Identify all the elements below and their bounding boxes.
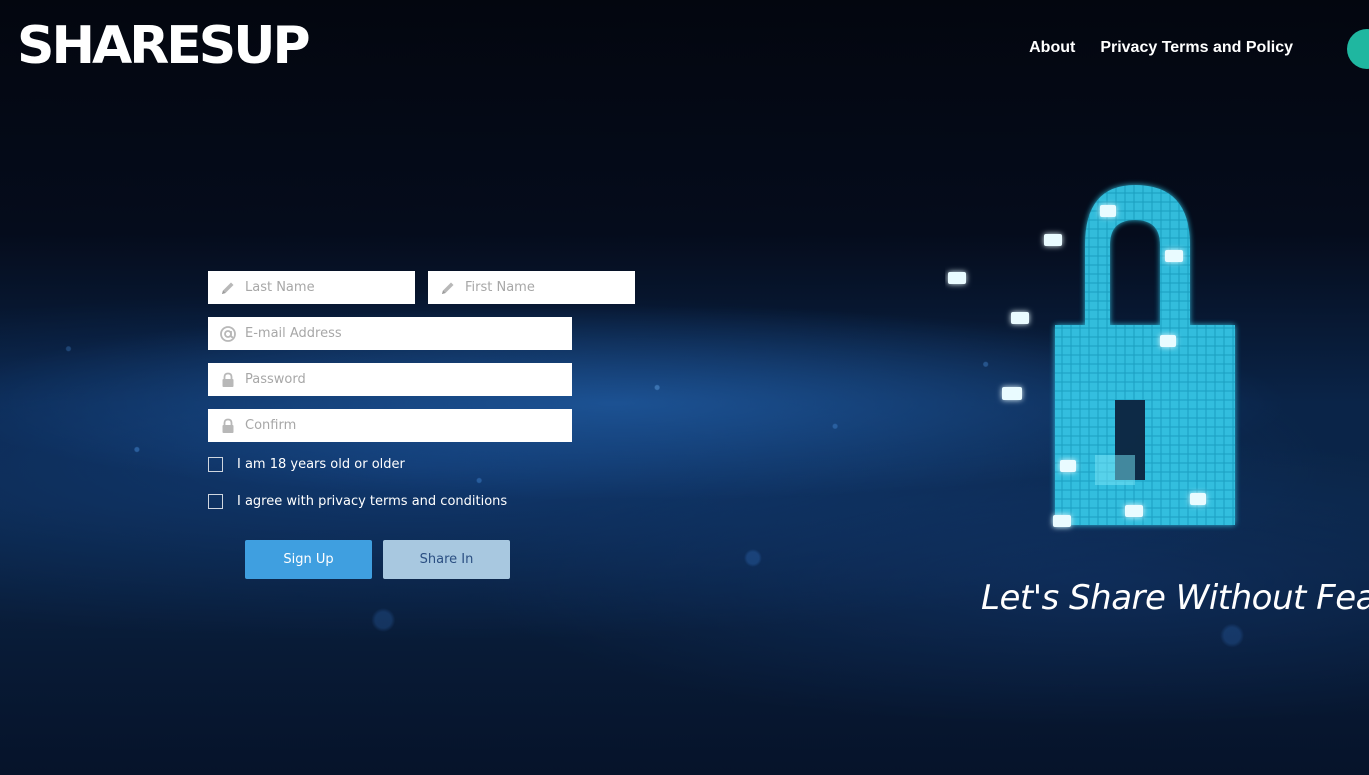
main-nav: About Privacy Terms and Policy (1029, 39, 1293, 57)
age-checkbox-label[interactable]: I am 18 years old or older (237, 457, 405, 472)
form-buttons: Sign Up Share In (245, 540, 572, 579)
last-name-field-wrapper (208, 271, 415, 304)
first-name-input[interactable] (465, 271, 635, 304)
hero-tagline: Let's Share Without Fear (981, 578, 1369, 618)
sign-up-button[interactable]: Sign Up (245, 540, 372, 579)
nav-about-link[interactable]: About (1029, 39, 1075, 57)
age-check-row: I am 18 years old or older (208, 455, 572, 473)
lock-icon (219, 417, 237, 435)
email-row (208, 317, 572, 350)
confirm-password-input[interactable] (245, 409, 572, 442)
digital-padlock-illustration (948, 185, 1235, 527)
age-checkbox[interactable] (208, 456, 223, 472)
email-field-wrapper (208, 317, 572, 350)
share-in-button[interactable]: Share In (383, 540, 510, 579)
password-row (208, 363, 572, 396)
email-input[interactable] (245, 317, 572, 350)
password-input[interactable] (245, 363, 572, 396)
password-field-wrapper (208, 363, 572, 396)
confirm-row (208, 409, 572, 442)
terms-checkbox-label[interactable]: I agree with privacy terms and condition… (237, 494, 507, 509)
terms-checkbox[interactable] (208, 493, 223, 509)
nav-privacy-link[interactable]: Privacy Terms and Policy (1100, 39, 1293, 57)
top-header: SHARESUP About Privacy Terms and Policy (0, 0, 1369, 96)
at-icon (219, 325, 237, 343)
lock-icon (219, 371, 237, 389)
last-name-input[interactable] (245, 271, 415, 304)
pencil-icon (439, 279, 457, 297)
sharesup-logo[interactable]: SHARESUP (17, 20, 311, 72)
avatar[interactable] (1347, 29, 1369, 69)
confirm-field-wrapper (208, 409, 572, 442)
name-row (208, 271, 635, 304)
terms-check-row: I agree with privacy terms and condition… (208, 492, 572, 510)
pencil-icon (219, 279, 237, 297)
signup-form: I am 18 years old or older I agree with … (208, 271, 635, 579)
first-name-field-wrapper (428, 271, 635, 304)
